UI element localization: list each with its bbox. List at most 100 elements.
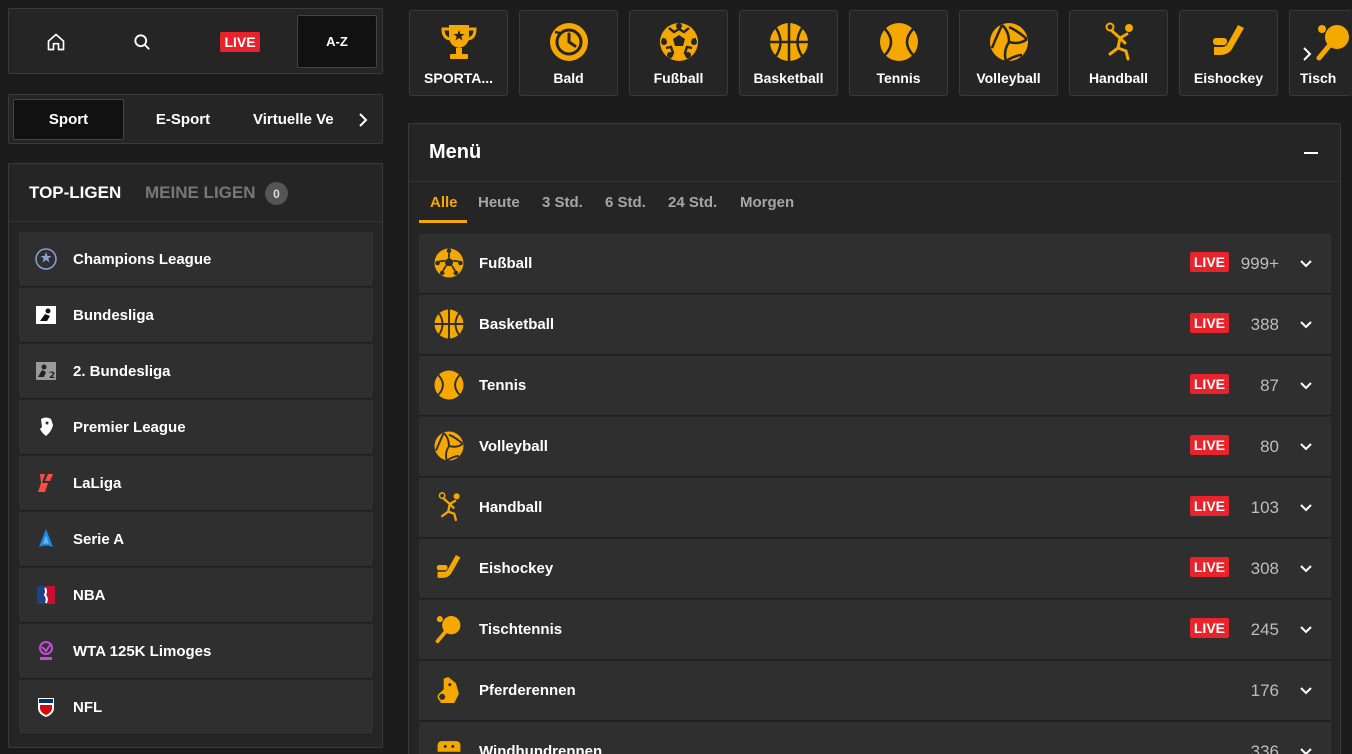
soccer-ball-icon xyxy=(434,248,464,278)
sport-tile-sportarten[interactable]: SPORTA... xyxy=(409,10,508,96)
trophy-icon xyxy=(440,25,477,59)
league-item-nba[interactable]: NBA xyxy=(19,568,373,623)
carousel-next-button[interactable] xyxy=(1293,40,1321,68)
sport-tile-bald[interactable]: Bald xyxy=(519,10,618,96)
filter-3h[interactable]: 3 Std. xyxy=(542,194,583,211)
laliga-icon xyxy=(33,470,59,496)
sport-row-volleyball[interactable]: Volleyball LIVE 80 xyxy=(419,417,1331,477)
tab-virtual[interactable]: Virtuelle Ve xyxy=(253,99,341,140)
sports-menu-panel: Menü Alle Heute 3 Std. 6 Std. 24 Std. Mo… xyxy=(408,123,1341,754)
tab-sport[interactable]: Sport xyxy=(13,99,124,140)
chevron-down-icon[interactable] xyxy=(1297,315,1315,333)
sport-row-basketball[interactable]: Basketball LIVE 388 xyxy=(419,295,1331,355)
filter-6h[interactable]: 6 Std. xyxy=(605,194,646,211)
leagues-panel: TOP-LIGEN MEINE LIGEN 0 Champions League… xyxy=(8,163,383,748)
league-name: WTA 125K Limoges xyxy=(73,642,212,660)
basketball-icon xyxy=(434,309,464,339)
tab-my-leagues[interactable]: MEINE LIGEN xyxy=(145,183,256,203)
league-item-bundesliga-2[interactable]: 2 2. Bundesliga xyxy=(19,344,373,399)
sport-row-handball[interactable]: Handball LIVE 103 xyxy=(419,478,1331,538)
chevron-right-icon xyxy=(359,113,368,127)
tennis-ball-icon xyxy=(434,370,464,400)
live-badge: LIVE xyxy=(1189,374,1229,394)
league-item-wta[interactable]: WTA 125K Limoges xyxy=(19,624,373,679)
sport-name: Tennis xyxy=(479,377,527,394)
chevron-down-icon[interactable] xyxy=(1297,681,1315,699)
sport-tile-label: Fußball xyxy=(653,70,704,86)
live-badge: LIVE xyxy=(1189,557,1229,577)
event-count: 176 xyxy=(1250,680,1279,700)
az-button[interactable]: A-Z xyxy=(297,15,377,68)
home-button[interactable] xyxy=(21,15,91,68)
event-count: 87 xyxy=(1260,375,1279,395)
tab-esport[interactable]: E-Sport xyxy=(129,99,237,140)
search-button[interactable] xyxy=(107,15,177,68)
league-name: Premier League xyxy=(73,418,186,436)
search-icon xyxy=(134,33,150,50)
chevron-down-icon[interactable] xyxy=(1297,498,1315,516)
sport-name: Fußball xyxy=(479,255,533,272)
league-item-serie-a[interactable]: Serie A xyxy=(19,512,373,567)
sport-row-pferderennen[interactable]: Pferderennen 176 xyxy=(419,661,1331,721)
sport-row-tennis[interactable]: Tennis LIVE 87 xyxy=(419,356,1331,416)
volleyball-icon xyxy=(434,431,464,462)
home-icon xyxy=(47,33,65,50)
sport-row-tischtennis[interactable]: Tischtennis LIVE 245 xyxy=(419,600,1331,660)
sport-row-windhundrennen[interactable]: Windhundrennen 336 xyxy=(419,722,1331,754)
league-name: Champions League xyxy=(73,250,212,268)
serie-a-icon xyxy=(33,526,59,552)
sport-tile-label: Handball xyxy=(1088,70,1149,86)
sport-row-fussball[interactable]: Fußball LIVE 999+ xyxy=(419,234,1331,294)
chevron-down-icon[interactable] xyxy=(1297,742,1315,754)
tabs-next-button[interactable] xyxy=(351,108,375,132)
league-name: NFL xyxy=(73,698,103,716)
sport-tile-basketball[interactable]: Basketball xyxy=(739,10,838,96)
hockey-stick-icon xyxy=(1212,25,1244,55)
chevron-down-icon[interactable] xyxy=(1297,620,1315,638)
event-count: 245 xyxy=(1250,619,1279,639)
league-item-bundesliga[interactable]: Bundesliga xyxy=(19,288,373,343)
time-filter-bar: Alle Heute 3 Std. 6 Std. 24 Std. Morgen xyxy=(419,182,1319,224)
league-item-premier-league[interactable]: Premier League xyxy=(19,400,373,455)
event-count: 999+ xyxy=(1240,253,1279,273)
chevron-down-icon[interactable] xyxy=(1297,254,1315,272)
horse-icon xyxy=(437,677,459,703)
chevron-down-icon[interactable] xyxy=(1297,376,1315,394)
league-item-champions-league[interactable]: Champions League xyxy=(19,232,373,287)
champions-league-icon xyxy=(33,246,59,272)
filter-today[interactable]: Heute xyxy=(478,194,520,211)
event-count: 336 xyxy=(1250,741,1279,754)
sport-tile-handball[interactable]: Handball xyxy=(1069,10,1168,96)
sport-name: Basketball xyxy=(479,316,555,333)
tab-top-leagues[interactable]: TOP-LIGEN xyxy=(29,183,121,203)
league-item-nfl[interactable]: NFL xyxy=(19,680,373,735)
sport-tile-volleyball[interactable]: Volleyball xyxy=(959,10,1058,96)
event-count: 103 xyxy=(1250,497,1279,517)
filter-all[interactable]: Alle xyxy=(430,194,458,211)
collapse-icon[interactable] xyxy=(1304,152,1318,154)
bundesliga-2-icon: 2 xyxy=(33,358,59,384)
sport-tile-label: SPORTA... xyxy=(424,70,493,86)
leagues-header: TOP-LIGEN MEINE LIGEN 0 xyxy=(9,164,382,222)
sport-tile-eishockey[interactable]: Eishockey xyxy=(1179,10,1278,96)
sport-tile-label: Tisch xyxy=(1300,70,1337,86)
league-name: NBA xyxy=(73,586,106,604)
sport-tile-label: Basketball xyxy=(753,70,824,86)
greyhound-icon xyxy=(437,741,461,752)
chevron-down-icon[interactable] xyxy=(1297,559,1315,577)
sport-row-eishockey[interactable]: Eishockey LIVE 308 xyxy=(419,539,1331,599)
sport-tile-tennis[interactable]: Tennis xyxy=(849,10,948,96)
handball-icon xyxy=(438,492,460,522)
chevron-down-icon[interactable] xyxy=(1297,437,1315,455)
league-list: Champions League Bundesliga 2 2. Bundesl… xyxy=(19,232,373,736)
active-filter-underline xyxy=(419,220,467,223)
filter-24h[interactable]: 24 Std. xyxy=(668,194,717,211)
basketball-icon xyxy=(769,23,808,61)
league-item-laliga[interactable]: LaLiga xyxy=(19,456,373,511)
sport-name: Volleyball xyxy=(479,438,548,455)
sport-name: Windhundrennen xyxy=(479,743,603,754)
sport-tile-fussball[interactable]: Fußball xyxy=(629,10,728,96)
live-button[interactable]: LIVE xyxy=(205,15,275,68)
filter-tomorrow[interactable]: Morgen xyxy=(740,194,794,211)
sport-tile-label: Bald xyxy=(553,70,584,86)
